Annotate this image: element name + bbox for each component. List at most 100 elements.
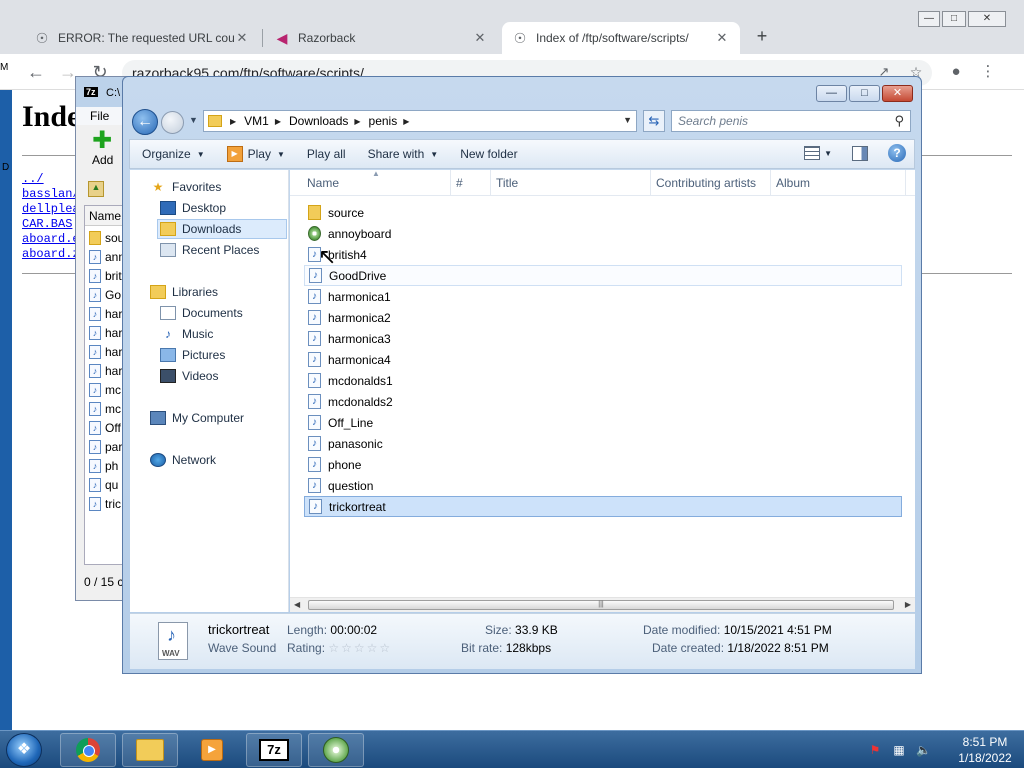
scrollbar-thumb[interactable]: ||| [308,600,894,610]
column-number[interactable]: # [456,176,463,190]
nav-pictures[interactable]: Pictures [160,345,225,365]
file-row[interactable]: ♪ harmonica2 [304,307,902,328]
list-item[interactable]: ♪ Off [89,418,121,437]
close-button[interactable]: ✕ [968,11,1006,27]
close-tab-icon[interactable]: ✕ [472,30,488,46]
help-icon[interactable]: ? [888,144,906,162]
list-item[interactable]: ♪ mc [89,399,121,418]
file-row[interactable]: ♪ mcdonalds1 [304,370,902,391]
search-icon[interactable]: ⚲ [894,113,904,129]
breadcrumb-arrow-icon[interactable]: ▶ [275,117,281,126]
column-divider[interactable] [905,170,906,196]
nav-downloads[interactable]: Downloads [157,219,287,239]
nav-network[interactable]: Network [150,450,216,470]
link-dellplea[interactable]: dellplea [22,202,80,216]
explorer-address-bar[interactable]: ▶ VM1 ▶ Downloads ▶ penis ▶ ▼ [203,110,637,132]
link-basslan[interactable]: basslan/ [22,187,80,201]
menu-dots-icon[interactable]: ⋮ [978,62,998,82]
nav-libraries[interactable]: Libraries [150,282,218,302]
tab-razorback[interactable]: ◀ Razorback ✕ [264,22,498,54]
view-details-icon[interactable] [804,146,821,160]
breadcrumb-arrow-icon[interactable]: ▶ [230,117,236,126]
back-arrow-icon[interactable]: ← [26,62,46,82]
list-item[interactable]: ♪ har [89,361,122,380]
column-divider[interactable] [450,170,451,196]
file-row[interactable]: ♪ trickortreat [304,496,902,517]
list-item[interactable]: ♪ ph [89,456,118,475]
file-row[interactable]: ♪ mcdonalds2 [304,391,902,412]
nav-favorites[interactable]: ★ Favorites [150,177,222,197]
link-parent[interactable]: ../ [22,172,44,186]
menu-file[interactable]: File [90,109,109,123]
file-row[interactable]: ♪ harmonica4 [304,349,902,370]
breadcrumb-arrow-icon[interactable]: ▶ [354,117,360,126]
new-tab-button[interactable]: + [752,26,772,46]
scroll-right-icon[interactable]: ▶ [905,600,911,609]
scroll-left-icon[interactable]: ◀ [294,600,300,609]
history-dropdown-icon[interactable]: ▼ [189,115,198,125]
column-name[interactable]: Name [307,176,339,190]
volume-icon[interactable]: 🔈 [916,743,931,757]
refresh-icon[interactable]: ⇆ [643,110,665,132]
nav-my-computer[interactable]: My Computer [150,408,244,428]
profile-icon[interactable]: ● [946,62,966,82]
close-tab-icon[interactable]: ✕ [234,30,250,46]
play-button[interactable]: ▶ Play ▼ [219,142,293,166]
column-divider[interactable] [650,170,651,196]
nav-desktop[interactable]: Desktop [160,198,226,218]
file-row[interactable]: ♪ question [304,475,902,496]
rating-stars[interactable]: ☆☆☆☆☆ [328,641,392,655]
taskbar-media-player[interactable]: ▶ [184,733,240,767]
nav-recent-places[interactable]: Recent Places [160,240,259,260]
file-row[interactable]: ♪ harmonica3 [304,328,902,349]
nav-documents[interactable]: Documents [160,303,243,323]
link-car-bas[interactable]: CAR.BAS [22,217,72,231]
minimize-button[interactable]: — [918,11,940,27]
file-row[interactable]: ♪ phone [304,454,902,475]
list-item[interactable]: ♪ qu [89,475,118,494]
file-row[interactable]: ♪ Off_Line [304,412,902,433]
play-all-button[interactable]: Play all [299,142,354,166]
breadcrumb-arrow-icon[interactable]: ▶ [403,117,409,126]
share-with-button[interactable]: Share with ▼ [360,142,447,166]
maximize-button[interactable]: □ [942,11,966,27]
tab-index-scripts[interactable]: ☉ Index of /ftp/software/scripts/ ✕ [502,22,740,54]
address-dropdown-icon[interactable]: ▼ [623,115,632,125]
horizontal-scrollbar[interactable]: ◀ ||| ▶ [290,597,915,612]
minimize-button[interactable]: — [816,85,847,102]
column-title[interactable]: Title [496,176,518,190]
list-item[interactable]: ♪ par [89,437,122,456]
nav-music[interactable]: ♪ Music [160,324,213,344]
file-row[interactable]: annoyboard [304,223,902,244]
clock-date[interactable]: 1/18/2022 [950,751,1020,765]
file-row[interactable]: ♪ harmonica1 [304,286,902,307]
clock-time[interactable]: 8:51 PM [950,735,1020,749]
link-aboard-z[interactable]: aboard.z [22,247,80,261]
list-item[interactable]: ♪ brit [89,266,122,285]
column-contributing-artists[interactable]: Contributing artists [656,176,756,190]
breadcrumb-vm1[interactable]: VM1 [244,114,269,128]
taskbar-explorer[interactable] [122,733,178,767]
breadcrumb-downloads[interactable]: Downloads [289,114,348,128]
tab-error[interactable]: ☉ ERROR: The requested URL could ✕ [24,22,260,54]
breadcrumb-penis[interactable]: penis [369,114,398,128]
close-tab-icon[interactable]: ✕ [714,30,730,46]
file-row[interactable]: source [304,202,902,223]
network-tray-icon[interactable]: ▦ [892,743,906,757]
list-item[interactable]: ♪ tric [89,494,121,513]
list-item[interactable]: ♪ Go [89,285,121,304]
forward-arrow-icon[interactable] [161,111,184,134]
list-item[interactable]: ♪ mc [89,380,121,399]
new-folder-button[interactable]: New folder [452,142,525,166]
file-list-pane[interactable]: ▲ Name # Title Contributing artists Albu… [290,169,915,612]
file-row[interactable]: ♪ british4 [304,244,902,265]
search-input[interactable]: Search penis ⚲ [671,110,911,132]
file-row[interactable]: ♪ GoodDrive [304,265,902,286]
column-divider[interactable] [770,170,771,196]
list-item[interactable]: sou [89,228,124,247]
folder-up-icon[interactable]: ▲ [88,181,104,197]
column-divider[interactable] [490,170,491,196]
taskbar-cd-player[interactable] [308,733,364,767]
link-aboard-e[interactable]: aboard.e [22,232,80,246]
list-item[interactable]: ♪ har [89,323,122,342]
